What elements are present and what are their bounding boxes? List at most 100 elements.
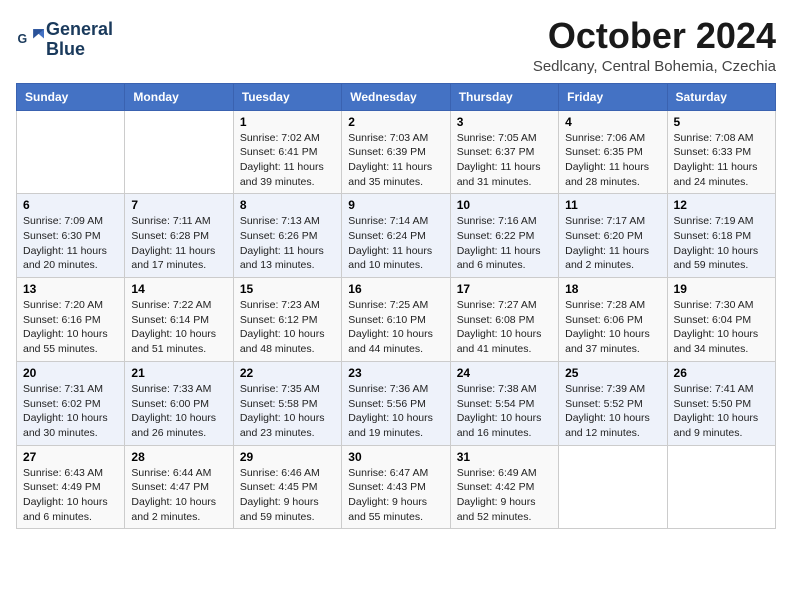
cell-week5-day6: [667, 445, 775, 529]
day-number: 14: [131, 282, 226, 296]
cell-week3-day5: 18 Sunrise: 7:28 AMSunset: 6:06 PMDaylig…: [559, 278, 667, 362]
svg-text:G: G: [18, 32, 28, 46]
col-saturday: Saturday: [667, 83, 775, 110]
cell-week3-day4: 17 Sunrise: 7:27 AMSunset: 6:08 PMDaylig…: [450, 278, 558, 362]
cell-info: Sunrise: 7:36 AMSunset: 5:56 PMDaylight:…: [348, 383, 433, 439]
cell-info: Sunrise: 7:13 AMSunset: 6:26 PMDaylight:…: [240, 215, 324, 271]
col-wednesday: Wednesday: [342, 83, 450, 110]
cell-info: Sunrise: 7:35 AMSunset: 5:58 PMDaylight:…: [240, 383, 325, 439]
cell-week2-day2: 8 Sunrise: 7:13 AMSunset: 6:26 PMDayligh…: [233, 194, 341, 278]
cell-info: Sunrise: 6:49 AMSunset: 4:42 PMDaylight:…: [457, 467, 537, 523]
cell-info: Sunrise: 7:05 AMSunset: 6:37 PMDaylight:…: [457, 132, 541, 188]
col-monday: Monday: [125, 83, 233, 110]
day-number: 23: [348, 366, 443, 380]
day-number: 30: [348, 450, 443, 464]
cell-week1-day0: [17, 110, 125, 194]
cell-week1-day1: [125, 110, 233, 194]
cell-info: Sunrise: 7:14 AMSunset: 6:24 PMDaylight:…: [348, 215, 432, 271]
calendar-table: Sunday Monday Tuesday Wednesday Thursday…: [16, 83, 776, 530]
cell-week4-day0: 20 Sunrise: 7:31 AMSunset: 6:02 PMDaylig…: [17, 361, 125, 445]
cell-week5-day3: 30 Sunrise: 6:47 AMSunset: 4:43 PMDaylig…: [342, 445, 450, 529]
cell-week4-day1: 21 Sunrise: 7:33 AMSunset: 6:00 PMDaylig…: [125, 361, 233, 445]
cell-info: Sunrise: 7:41 AMSunset: 5:50 PMDaylight:…: [674, 383, 759, 439]
cell-info: Sunrise: 7:20 AMSunset: 6:16 PMDaylight:…: [23, 299, 108, 355]
logo: G General Blue: [16, 20, 113, 60]
cell-week2-day1: 7 Sunrise: 7:11 AMSunset: 6:28 PMDayligh…: [125, 194, 233, 278]
week-row-1: 1 Sunrise: 7:02 AMSunset: 6:41 PMDayligh…: [17, 110, 776, 194]
cell-week2-day0: 6 Sunrise: 7:09 AMSunset: 6:30 PMDayligh…: [17, 194, 125, 278]
cell-info: Sunrise: 6:43 AMSunset: 4:49 PMDaylight:…: [23, 467, 108, 523]
day-number: 24: [457, 366, 552, 380]
page-header: G General Blue October 2024 Sedlcany, Ce…: [16, 16, 776, 75]
cell-week2-day4: 10 Sunrise: 7:16 AMSunset: 6:22 PMDaylig…: [450, 194, 558, 278]
cell-week3-day2: 15 Sunrise: 7:23 AMSunset: 6:12 PMDaylig…: [233, 278, 341, 362]
cell-week2-day3: 9 Sunrise: 7:14 AMSunset: 6:24 PMDayligh…: [342, 194, 450, 278]
logo-icon: G: [16, 26, 44, 54]
week-row-4: 20 Sunrise: 7:31 AMSunset: 6:02 PMDaylig…: [17, 361, 776, 445]
cell-info: Sunrise: 7:25 AMSunset: 6:10 PMDaylight:…: [348, 299, 433, 355]
calendar-body: 1 Sunrise: 7:02 AMSunset: 6:41 PMDayligh…: [17, 110, 776, 529]
logo-line1: General: [46, 20, 113, 40]
cell-week2-day5: 11 Sunrise: 7:17 AMSunset: 6:20 PMDaylig…: [559, 194, 667, 278]
cell-week3-day6: 19 Sunrise: 7:30 AMSunset: 6:04 PMDaylig…: [667, 278, 775, 362]
cell-info: Sunrise: 7:31 AMSunset: 6:02 PMDaylight:…: [23, 383, 108, 439]
cell-info: Sunrise: 6:47 AMSunset: 4:43 PMDaylight:…: [348, 467, 428, 523]
day-number: 2: [348, 115, 443, 129]
cell-week2-day6: 12 Sunrise: 7:19 AMSunset: 6:18 PMDaylig…: [667, 194, 775, 278]
day-number: 10: [457, 198, 552, 212]
cell-info: Sunrise: 7:28 AMSunset: 6:06 PMDaylight:…: [565, 299, 650, 355]
cell-week1-day5: 4 Sunrise: 7:06 AMSunset: 6:35 PMDayligh…: [559, 110, 667, 194]
day-number: 22: [240, 366, 335, 380]
cell-week1-day6: 5 Sunrise: 7:08 AMSunset: 6:33 PMDayligh…: [667, 110, 775, 194]
logo-line2: Blue: [46, 40, 113, 60]
day-number: 31: [457, 450, 552, 464]
day-number: 15: [240, 282, 335, 296]
cell-info: Sunrise: 7:06 AMSunset: 6:35 PMDaylight:…: [565, 132, 649, 188]
day-number: 21: [131, 366, 226, 380]
col-friday: Friday: [559, 83, 667, 110]
day-number: 17: [457, 282, 552, 296]
cell-info: Sunrise: 7:17 AMSunset: 6:20 PMDaylight:…: [565, 215, 649, 271]
day-number: 25: [565, 366, 660, 380]
cell-week5-day2: 29 Sunrise: 6:46 AMSunset: 4:45 PMDaylig…: [233, 445, 341, 529]
cell-week3-day0: 13 Sunrise: 7:20 AMSunset: 6:16 PMDaylig…: [17, 278, 125, 362]
week-row-3: 13 Sunrise: 7:20 AMSunset: 6:16 PMDaylig…: [17, 278, 776, 362]
day-number: 18: [565, 282, 660, 296]
day-number: 12: [674, 198, 769, 212]
day-number: 20: [23, 366, 118, 380]
day-number: 13: [23, 282, 118, 296]
cell-info: Sunrise: 7:08 AMSunset: 6:33 PMDaylight:…: [674, 132, 758, 188]
header-row: Sunday Monday Tuesday Wednesday Thursday…: [17, 83, 776, 110]
day-number: 19: [674, 282, 769, 296]
cell-info: Sunrise: 6:44 AMSunset: 4:47 PMDaylight:…: [131, 467, 216, 523]
cell-info: Sunrise: 7:38 AMSunset: 5:54 PMDaylight:…: [457, 383, 542, 439]
week-row-2: 6 Sunrise: 7:09 AMSunset: 6:30 PMDayligh…: [17, 194, 776, 278]
cell-week4-day6: 26 Sunrise: 7:41 AMSunset: 5:50 PMDaylig…: [667, 361, 775, 445]
day-number: 8: [240, 198, 335, 212]
day-number: 6: [23, 198, 118, 212]
day-number: 3: [457, 115, 552, 129]
cell-info: Sunrise: 7:22 AMSunset: 6:14 PMDaylight:…: [131, 299, 216, 355]
day-number: 5: [674, 115, 769, 129]
cell-week3-day1: 14 Sunrise: 7:22 AMSunset: 6:14 PMDaylig…: [125, 278, 233, 362]
cell-week5-day1: 28 Sunrise: 6:44 AMSunset: 4:47 PMDaylig…: [125, 445, 233, 529]
week-row-5: 27 Sunrise: 6:43 AMSunset: 4:49 PMDaylig…: [17, 445, 776, 529]
month-title: October 2024: [533, 16, 776, 56]
cell-week4-day2: 22 Sunrise: 7:35 AMSunset: 5:58 PMDaylig…: [233, 361, 341, 445]
cell-info: Sunrise: 7:30 AMSunset: 6:04 PMDaylight:…: [674, 299, 759, 355]
day-number: 11: [565, 198, 660, 212]
day-number: 28: [131, 450, 226, 464]
title-block: October 2024 Sedlcany, Central Bohemia, …: [533, 16, 776, 75]
cell-week1-day4: 3 Sunrise: 7:05 AMSunset: 6:37 PMDayligh…: [450, 110, 558, 194]
cell-info: Sunrise: 7:11 AMSunset: 6:28 PMDaylight:…: [131, 215, 215, 271]
day-number: 7: [131, 198, 226, 212]
col-sunday: Sunday: [17, 83, 125, 110]
cell-info: Sunrise: 7:16 AMSunset: 6:22 PMDaylight:…: [457, 215, 541, 271]
cell-info: Sunrise: 7:09 AMSunset: 6:30 PMDaylight:…: [23, 215, 107, 271]
cell-week3-day3: 16 Sunrise: 7:25 AMSunset: 6:10 PMDaylig…: [342, 278, 450, 362]
cell-week5-day0: 27 Sunrise: 6:43 AMSunset: 4:49 PMDaylig…: [17, 445, 125, 529]
col-tuesday: Tuesday: [233, 83, 341, 110]
day-number: 26: [674, 366, 769, 380]
cell-info: Sunrise: 7:39 AMSunset: 5:52 PMDaylight:…: [565, 383, 650, 439]
day-number: 9: [348, 198, 443, 212]
